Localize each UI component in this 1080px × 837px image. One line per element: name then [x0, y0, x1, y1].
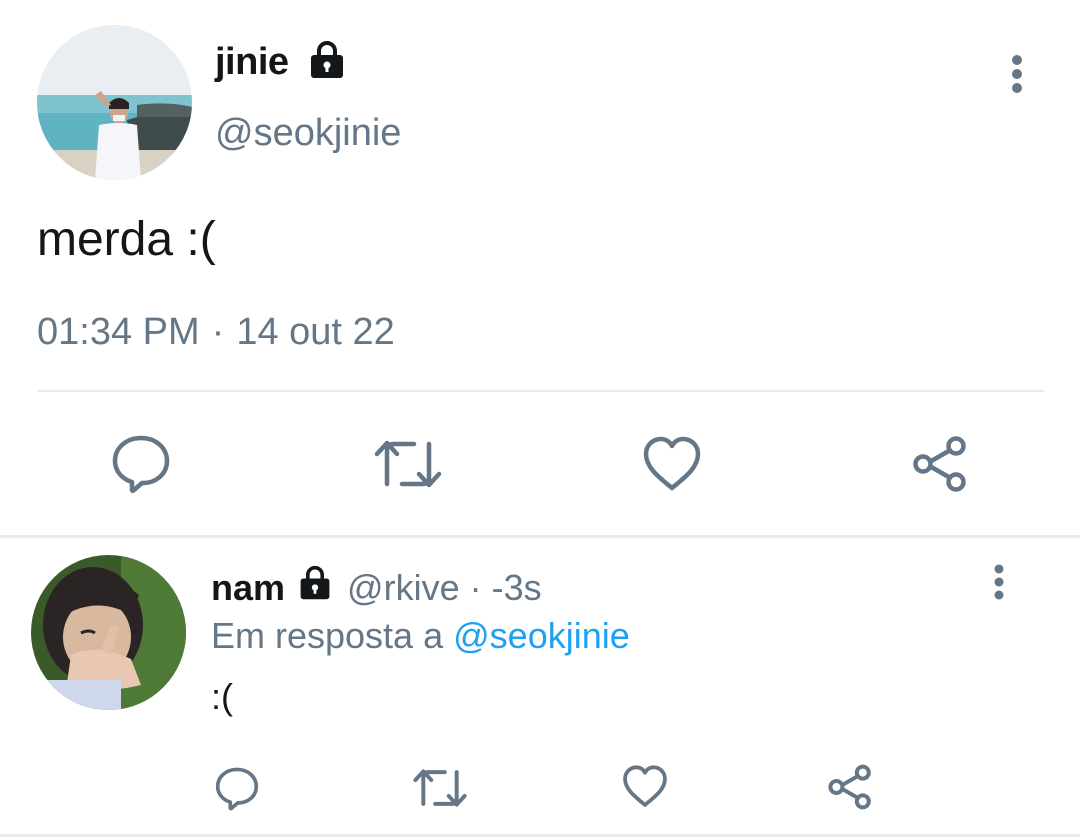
retweet-icon	[374, 440, 442, 488]
heart-icon	[643, 436, 701, 491]
retweet-button[interactable]	[413, 767, 467, 809]
main-tweet: jinie @seokjinie merda :( 01:34 PM · 14 ou…	[0, 0, 1080, 536]
tweet-time: 01:34 PM	[37, 311, 200, 353]
reply-button[interactable]	[110, 432, 172, 494]
heart-icon	[623, 765, 667, 807]
reply-avatar[interactable]	[31, 555, 186, 710]
share-icon	[828, 764, 871, 810]
more-options-icon[interactable]	[989, 564, 1009, 605]
like-button[interactable]	[642, 436, 702, 492]
in-reply-to-prefix: Em resposta a	[211, 615, 444, 656]
main-avatar[interactable]	[37, 25, 192, 180]
share-icon	[913, 436, 966, 492]
in-reply-to: Em resposta a @seokjinie	[211, 615, 630, 657]
reply-text: :(	[211, 676, 233, 717]
divider	[37, 390, 1044, 392]
display-name[interactable]: nam	[211, 567, 285, 609]
avatar-photo-icon	[37, 25, 192, 180]
lock-icon	[307, 40, 347, 85]
user-handle[interactable]: @seokjinie	[215, 112, 401, 155]
tweet-timestamp[interactable]: 01:34 PM · 14 out 22	[37, 311, 395, 354]
reply-icon	[215, 767, 259, 811]
relative-time[interactable]: -3s	[492, 567, 542, 609]
reply-button[interactable]	[214, 765, 260, 811]
tweet-divider	[0, 535, 1080, 538]
more-options-icon[interactable]	[1005, 54, 1029, 99]
display-name[interactable]: jinie	[215, 41, 289, 84]
retweet-button[interactable]	[374, 438, 442, 490]
share-button[interactable]	[826, 763, 874, 811]
like-button[interactable]	[622, 765, 668, 808]
header-separator: ·	[469, 566, 482, 608]
mention-link[interactable]: @seokjinie	[453, 615, 630, 656]
user-handle[interactable]: @rkive	[347, 567, 460, 609]
timestamp-separator: ·	[211, 311, 225, 353]
share-button[interactable]	[910, 434, 970, 494]
retweet-icon	[413, 769, 467, 807]
reply-icon	[112, 435, 170, 494]
tweet-date: 14 out 22	[236, 311, 395, 353]
tweet-text: merda :(	[37, 213, 216, 266]
lock-icon	[297, 565, 333, 610]
main-name-row: jinie	[215, 40, 347, 85]
avatar-photo-icon	[31, 555, 186, 710]
reply-header: nam @rkive · -3s	[211, 565, 542, 610]
